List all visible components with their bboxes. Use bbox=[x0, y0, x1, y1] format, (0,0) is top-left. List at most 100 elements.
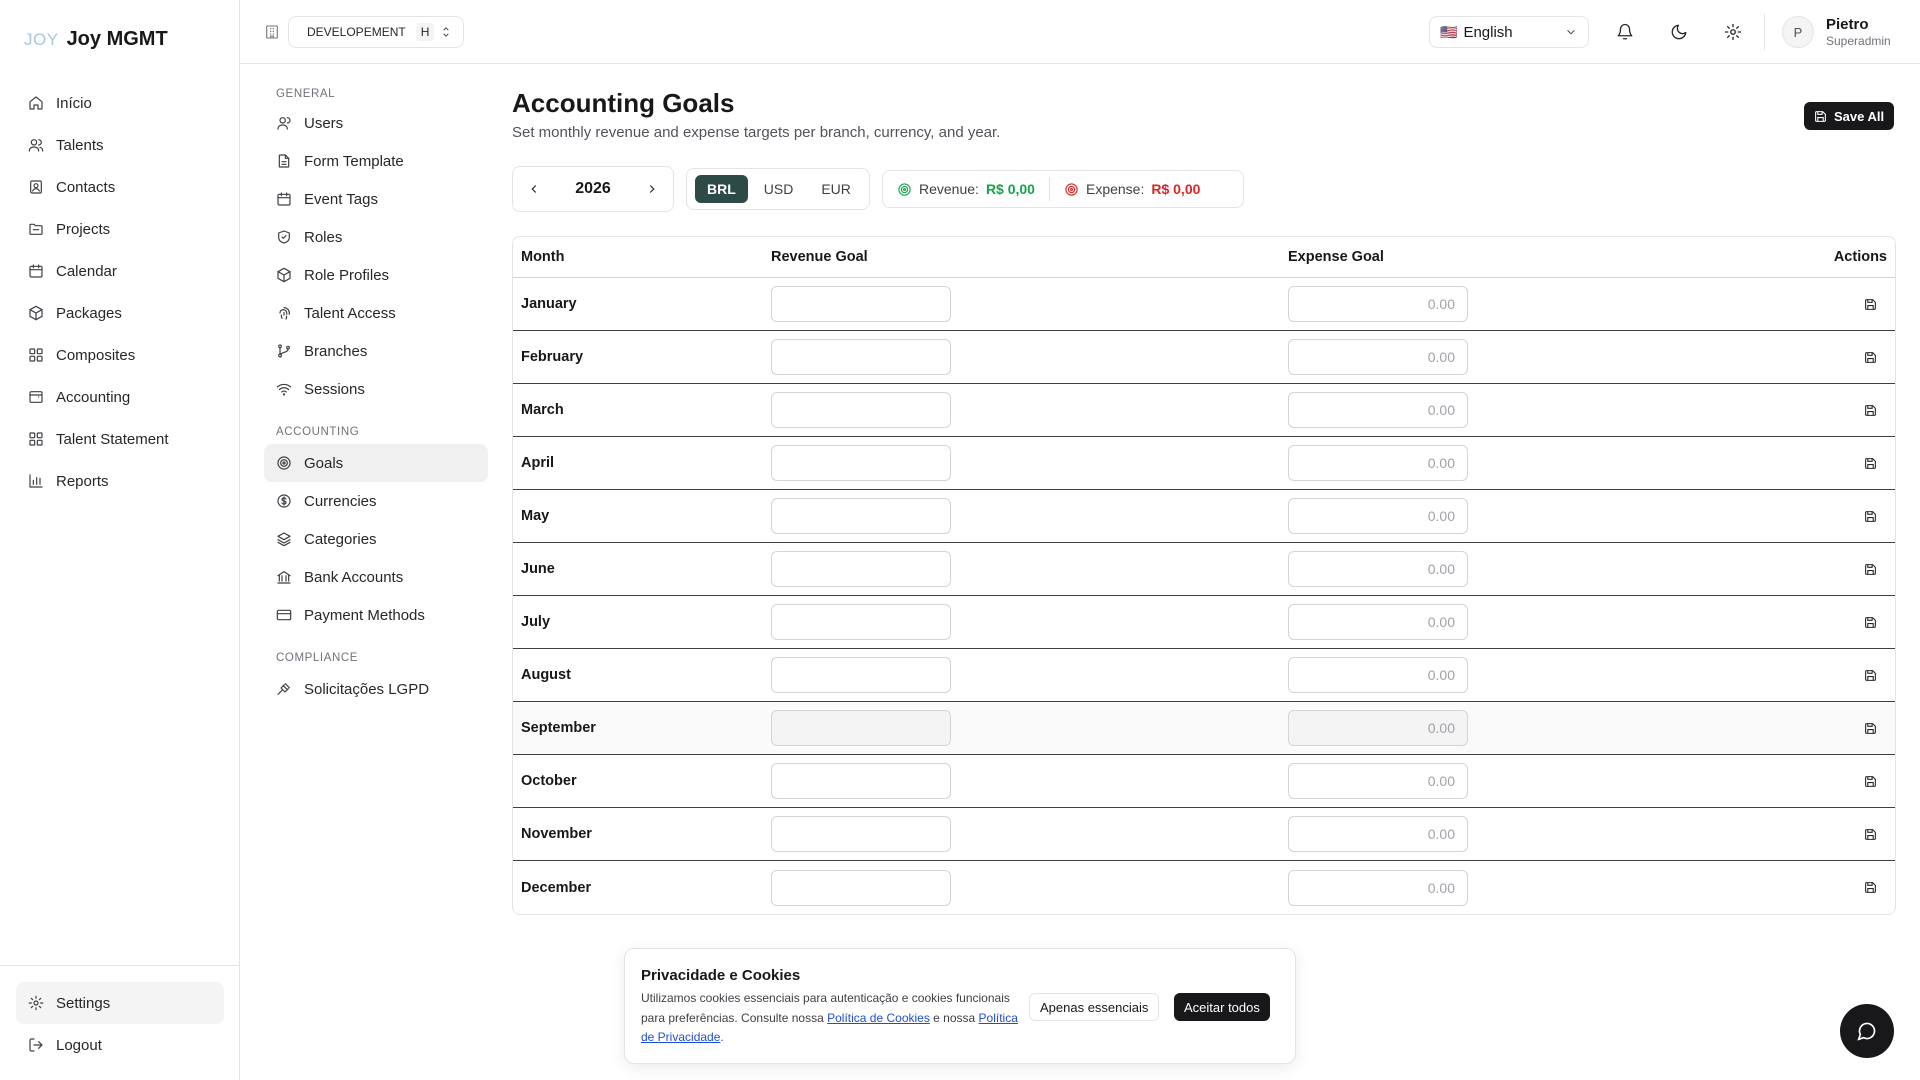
expense-goal-input[interactable] bbox=[1288, 816, 1468, 852]
save-row-button[interactable] bbox=[1864, 351, 1877, 364]
subnav-item-label: Users bbox=[304, 114, 344, 132]
subnav-item-users[interactable]: Users bbox=[264, 104, 488, 142]
revenue-goal-input[interactable] bbox=[771, 498, 951, 534]
revenue-goal-input[interactable] bbox=[771, 392, 951, 428]
moon-icon[interactable] bbox=[1667, 20, 1691, 44]
target-icon bbox=[1064, 182, 1079, 197]
save-row-button[interactable] bbox=[1864, 616, 1877, 629]
actions-cell bbox=[1805, 510, 1895, 523]
save-icon bbox=[1864, 298, 1877, 311]
sidebar-item-logout[interactable]: Logout bbox=[16, 1024, 224, 1066]
expense-goal-input[interactable] bbox=[1288, 657, 1468, 693]
revenue-cell bbox=[771, 551, 1288, 587]
actions-cell bbox=[1805, 351, 1895, 364]
expense-goal-input[interactable] bbox=[1288, 551, 1468, 587]
save-icon bbox=[1864, 828, 1877, 841]
environment-select[interactable]: DEVELOPEMENT H bbox=[288, 16, 464, 48]
sidebar-item-label: Settings bbox=[56, 994, 111, 1012]
gear-icon[interactable] bbox=[1721, 20, 1745, 44]
sidebar-item-label: Talent Statement bbox=[56, 430, 169, 448]
subnav-item-categories[interactable]: Categories bbox=[264, 520, 488, 558]
revenue-goal-input[interactable] bbox=[771, 445, 951, 481]
subnav-item-talent-access[interactable]: Talent Access bbox=[264, 294, 488, 332]
save-row-button[interactable] bbox=[1864, 298, 1877, 311]
table-row: April bbox=[513, 437, 1895, 490]
save-all-label: Save All bbox=[1834, 108, 1885, 124]
app-logo[interactable]: JOY Joy MGMT bbox=[24, 28, 168, 51]
revenue-goal-input[interactable] bbox=[771, 657, 951, 693]
sidebar-item-contacts[interactable]: Contacts bbox=[16, 166, 224, 208]
sidebar-item-packages[interactable]: Packages bbox=[16, 292, 224, 334]
expense-goal-input[interactable] bbox=[1288, 869, 1468, 906]
avatar[interactable]: P bbox=[1782, 16, 1814, 48]
accept-all-button[interactable]: Aceitar todos bbox=[1174, 993, 1270, 1021]
gear-icon bbox=[28, 995, 44, 1011]
sidebar-item-composites[interactable]: Composites bbox=[16, 334, 224, 376]
chat-button[interactable] bbox=[1840, 1004, 1894, 1058]
sidebar-item-accounting[interactable]: Accounting bbox=[16, 376, 224, 418]
chevron-right-icon[interactable] bbox=[645, 182, 659, 196]
revenue-goal-input[interactable] bbox=[771, 604, 951, 640]
subnav-item-label: Solicitações LGPD bbox=[304, 680, 430, 698]
sidebar-item-label: Calendar bbox=[56, 262, 117, 280]
save-row-button[interactable] bbox=[1864, 722, 1877, 735]
expense-cell bbox=[1288, 551, 1805, 587]
main-nav: Início Talents Contacts Projects Calenda… bbox=[16, 82, 224, 502]
expense-goal-input[interactable] bbox=[1288, 763, 1468, 799]
revenue-goal-input[interactable] bbox=[771, 816, 951, 852]
save-row-button[interactable] bbox=[1864, 881, 1877, 894]
subnav-item-branches[interactable]: Branches bbox=[264, 332, 488, 370]
expense-goal-input[interactable] bbox=[1288, 498, 1468, 534]
user-role: Superadmin bbox=[1826, 34, 1891, 48]
expense-goal-input[interactable] bbox=[1288, 392, 1468, 428]
sidebar-item-projects[interactable]: Projects bbox=[16, 208, 224, 250]
currency-brl[interactable]: BRL bbox=[695, 175, 748, 203]
sidebar-item-settings[interactable]: Settings bbox=[16, 982, 224, 1024]
revenue-goal-input[interactable] bbox=[771, 763, 951, 799]
chevron-left-icon[interactable] bbox=[527, 182, 541, 196]
save-row-button[interactable] bbox=[1864, 669, 1877, 682]
revenue-goal-input[interactable] bbox=[771, 339, 951, 375]
revenue-goal-input[interactable] bbox=[771, 286, 951, 322]
expense-goal-input[interactable] bbox=[1288, 710, 1468, 746]
language-select[interactable]: 🇺🇸 English bbox=[1429, 16, 1589, 48]
currency-eur[interactable]: EUR bbox=[809, 175, 863, 203]
subnav-item-form-template[interactable]: Form Template bbox=[264, 142, 488, 180]
subnav-item-bank-accounts[interactable]: Bank Accounts bbox=[264, 558, 488, 596]
sidebar: JOY Joy MGMT Início Talents Contacts Pro… bbox=[0, 0, 240, 1080]
expense-goal-input[interactable] bbox=[1288, 604, 1468, 640]
subnav-item-lgpd[interactable]: Solicitações LGPD bbox=[264, 670, 488, 708]
sidebar-item-reports[interactable]: Reports bbox=[16, 460, 224, 502]
sidebar-item-talents[interactable]: Talents bbox=[16, 124, 224, 166]
save-row-button[interactable] bbox=[1864, 510, 1877, 523]
expense-goal-input[interactable] bbox=[1288, 339, 1468, 375]
save-row-button[interactable] bbox=[1864, 457, 1877, 470]
subnav-item-sessions[interactable]: Sessions bbox=[264, 370, 488, 408]
revenue-goal-input[interactable] bbox=[771, 710, 951, 746]
subnav-item-roles[interactable]: Roles bbox=[264, 218, 488, 256]
save-row-button[interactable] bbox=[1864, 828, 1877, 841]
save-all-button[interactable]: Save All bbox=[1804, 102, 1895, 130]
sidebar-item-talent-statement[interactable]: Talent Statement bbox=[16, 418, 224, 460]
revenue-goal-input[interactable] bbox=[771, 869, 951, 906]
revenue-goal-input[interactable] bbox=[771, 551, 951, 587]
sidebar-item-inicio[interactable]: Início bbox=[16, 82, 224, 124]
subnav-item-role-profiles[interactable]: Role Profiles bbox=[264, 256, 488, 294]
cookie-policy-link[interactable]: Política de Cookies bbox=[827, 1011, 930, 1025]
subnav-item-goals[interactable]: Goals bbox=[264, 444, 488, 482]
save-row-button[interactable] bbox=[1864, 775, 1877, 788]
currency-usd[interactable]: USD bbox=[752, 175, 806, 203]
subnav-item-event-tags[interactable]: Event Tags bbox=[264, 180, 488, 218]
save-row-button[interactable] bbox=[1864, 563, 1877, 576]
subnav-item-currencies[interactable]: Currencies bbox=[264, 482, 488, 520]
save-icon bbox=[1864, 404, 1877, 417]
chevron-updown-icon bbox=[439, 25, 453, 39]
essential-only-button[interactable]: Apenas essenciais bbox=[1029, 993, 1160, 1021]
bell-icon[interactable] bbox=[1613, 20, 1637, 44]
expense-goal-input[interactable] bbox=[1288, 286, 1468, 322]
save-row-button[interactable] bbox=[1864, 404, 1877, 417]
subnav-item-payment-methods[interactable]: Payment Methods bbox=[264, 596, 488, 634]
file-icon bbox=[276, 153, 292, 169]
expense-goal-input[interactable] bbox=[1288, 445, 1468, 481]
sidebar-item-calendar[interactable]: Calendar bbox=[16, 250, 224, 292]
